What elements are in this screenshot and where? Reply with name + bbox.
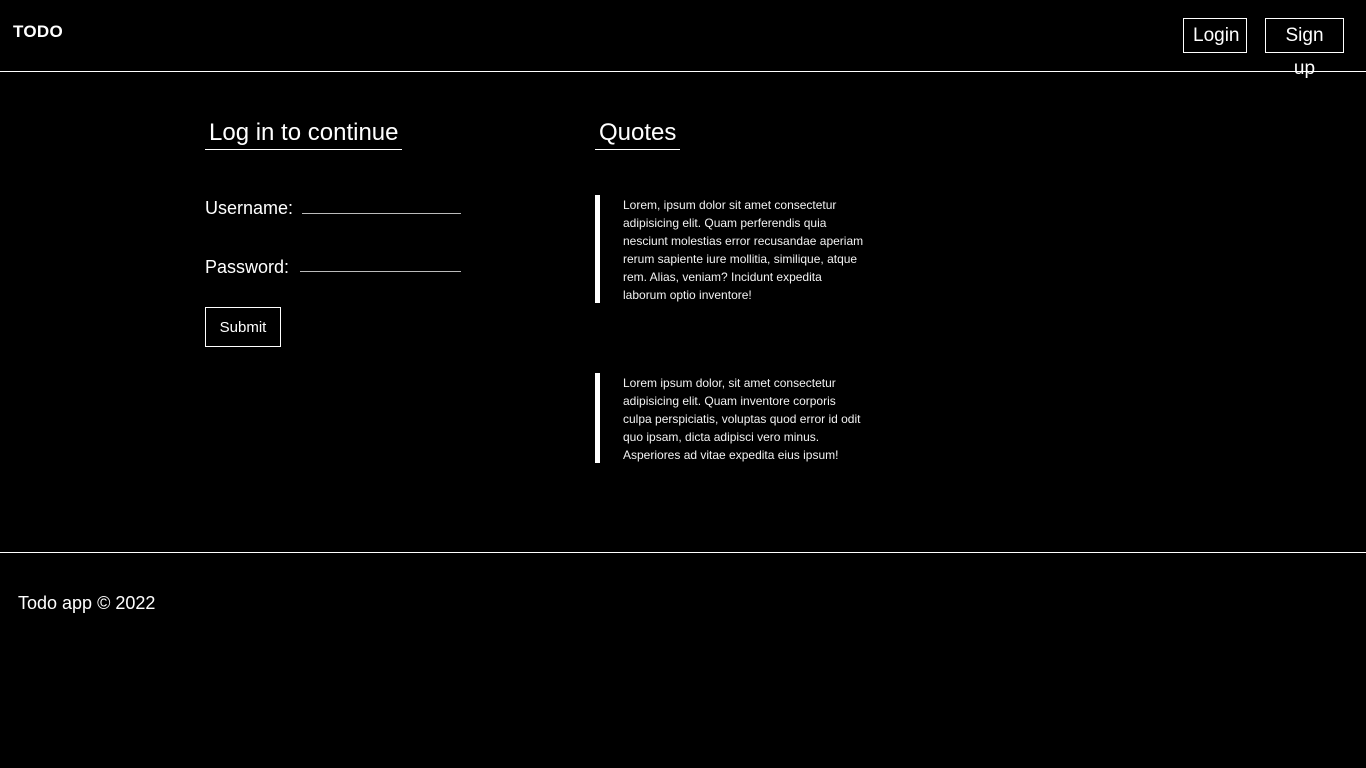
password-label: Password: [205, 257, 290, 277]
username-input[interactable] [302, 193, 461, 214]
footer: Todo app © 2022 [0, 552, 1366, 613]
quotes-title: Quotes [595, 118, 681, 150]
login-button[interactable]: Login [1183, 18, 1247, 53]
username-label: Username: [205, 198, 294, 218]
quote-item: Lorem ipsum dolor, sit amet consectetur … [595, 373, 865, 463]
footer-copyright: Todo app © 2022 [18, 593, 156, 613]
signup-button[interactable]: Sign up [1265, 18, 1344, 79]
brand-logo[interactable]: TODO [13, 22, 63, 42]
login-title: Log in to continue [205, 118, 403, 150]
submit-button[interactable]: Submit [205, 307, 281, 347]
quote-item: Lorem, ipsum dolor sit amet consectetur … [595, 195, 865, 303]
password-input[interactable] [300, 251, 461, 272]
top-navbar: TODO Login Sign up [0, 0, 1366, 79]
